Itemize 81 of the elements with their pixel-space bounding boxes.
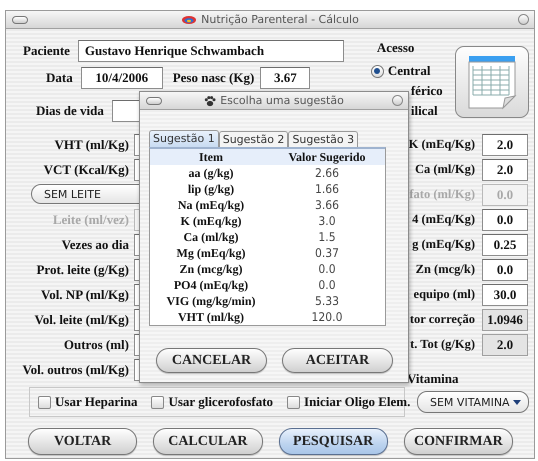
- input-field[interactable]: 3.67: [260, 67, 310, 89]
- radio-button[interactable]: Central: [370, 61, 450, 81]
- field-label: Outros (ml): [62, 336, 129, 352]
- input-field[interactable]: 2.0: [482, 334, 528, 356]
- field-label: VCT (Kcal/Kg): [42, 162, 129, 178]
- input-field[interactable]: 2.0: [482, 158, 528, 180]
- field-label: tor correção: [410, 312, 475, 327]
- field-label: Prot. leite (g/Kg): [35, 262, 129, 278]
- dialog-button[interactable]: ACEITAR: [282, 348, 393, 373]
- checkbox[interactable]: Usar glicerofosfato: [151, 394, 274, 410]
- radio-label: ilical: [410, 102, 438, 120]
- table-cell-text: Mg (mEq/kg): [176, 246, 246, 260]
- table-cell-text: VIG (mg/kg/min): [165, 294, 256, 308]
- field-label: Leite (ml/vez): [52, 212, 129, 228]
- button[interactable]: CONFIRMAR: [404, 428, 513, 455]
- column-header: Valor Sugerido: [287, 150, 366, 164]
- input-field[interactable]: 10/4/2006: [80, 67, 163, 89]
- field-label: 4 (mEq/Kg): [412, 212, 475, 227]
- field-label: Paciente: [23, 43, 70, 59]
- input-field[interactable]: 1.0946: [482, 308, 528, 330]
- table-cell-text: 3.0: [317, 214, 337, 228]
- input-field[interactable]: 0.25: [482, 234, 528, 256]
- field-label: equipo (ml): [414, 287, 475, 302]
- button[interactable]: CALCULAR: [153, 428, 262, 455]
- checkbox[interactable]: Iniciar Oligo Elem.: [287, 394, 410, 410]
- checkbox[interactable]: Usar Heparina: [38, 394, 138, 410]
- field-label: Vitamina: [407, 371, 460, 387]
- input-field[interactable]: 30.0: [482, 284, 528, 306]
- button[interactable]: PESQUISAR: [278, 428, 388, 455]
- input-field[interactable]: 0.0: [482, 208, 528, 230]
- button[interactable]: VOLTAR: [28, 428, 138, 455]
- field-label: Vol. leite (ml/Kg): [34, 312, 129, 328]
- window-title: Nutrição Parenteral - Cálculo: [201, 13, 359, 26]
- window-button[interactable]: [392, 95, 403, 106]
- table-cell-text: VHT (ml/kg): [176, 310, 246, 324]
- field-label: Ca (ml/Kg): [414, 162, 475, 177]
- field-label: fato (ml/Kg): [409, 187, 475, 202]
- paw-icon: [204, 94, 216, 106]
- table-cell-text: 0.37: [314, 246, 340, 260]
- field-label: Vol. NP (ml/Kg): [40, 286, 129, 302]
- section-label: Acesso: [376, 40, 416, 56]
- table-cell-text: K (mEq/kg): [179, 214, 242, 228]
- tab[interactable]: Sugestão 3: [288, 131, 358, 147]
- window-button[interactable]: [518, 14, 529, 25]
- table-cell-text: Ca (ml/kg): [182, 230, 240, 244]
- dialog-title: Escolha uma sugestão: [220, 94, 344, 107]
- field-label: Zn (mcg/k): [416, 262, 475, 277]
- field-label: Data: [46, 70, 73, 86]
- field-label: VHT (ml/Kg): [53, 136, 129, 152]
- input-field[interactable]: 2.0: [482, 134, 528, 156]
- table-cell-text: 1.5: [317, 230, 337, 244]
- document-button[interactable]: [454, 46, 529, 118]
- table-cell-text: 3.66: [314, 198, 340, 212]
- field-label: t. Tot (g/Kg): [410, 337, 475, 352]
- toolbar-toggle-button[interactable]: [12, 16, 28, 24]
- dialog-button[interactable]: CANCELAR: [156, 348, 267, 373]
- table-cell-text: 5.33: [314, 294, 340, 308]
- toolbar-toggle-button[interactable]: [146, 97, 162, 105]
- tab[interactable]: Sugestão 2: [218, 131, 288, 147]
- table-cell-text: Zn (mcg/kg): [178, 262, 244, 276]
- column-header: Item: [198, 150, 224, 164]
- radio-label: férico: [410, 82, 443, 100]
- logo-icon: [182, 16, 196, 24]
- field-label: Vezes ao dia: [60, 236, 129, 252]
- table-cell-text: PO4 (mEq/kg): [172, 278, 250, 292]
- field-label: Peso nasc (Kg): [172, 70, 254, 86]
- input-field[interactable]: 0.0: [482, 258, 528, 280]
- table-cell-text: 0.0: [317, 262, 337, 276]
- tab[interactable]: Sugestão 1: [149, 130, 219, 147]
- table-cell-text: 2.66: [314, 166, 340, 180]
- caret-icon: [512, 398, 522, 406]
- field-label: K (mEq/Kg): [408, 137, 475, 152]
- field-label: g (mEq/Kg): [412, 237, 475, 252]
- field-label: Dias de vida: [36, 103, 104, 119]
- table-cell-text: 1.66: [314, 182, 340, 196]
- table-cell-text: 120.0: [310, 310, 344, 324]
- input-field[interactable]: Gustavo Henrique Schwambach: [78, 40, 344, 62]
- field-label: Vol. outros (ml/Kg): [21, 362, 129, 378]
- table-cell-text: aa (g/kg): [188, 166, 234, 180]
- table-cell-text: 0.0: [317, 278, 337, 292]
- dropdown[interactable]: SEM VITAMINA: [417, 391, 529, 413]
